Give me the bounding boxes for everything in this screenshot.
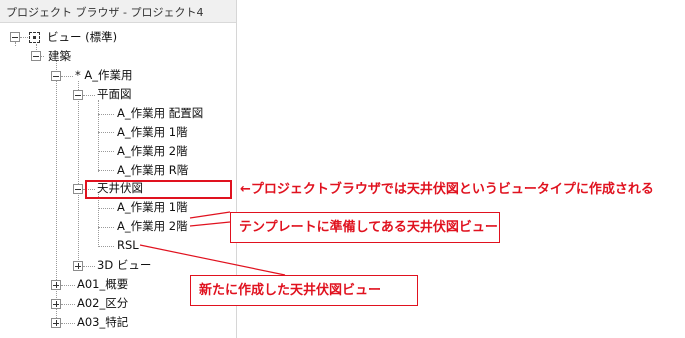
expand-group-toggle[interactable]	[51, 299, 61, 309]
tree-node-label: 平面図	[97, 87, 132, 101]
tree-node-label: * A_作業用	[75, 68, 133, 82]
tree-node-label: 3D ビュー	[97, 258, 152, 272]
tree-node-label: 建築	[48, 49, 71, 63]
callout-new-view: 新たに作成した天井伏図ビュー	[190, 275, 418, 306]
project-browser-titlebar: プロジェクト ブラウザ - プロジェクト4	[0, 0, 236, 23]
collapse-discipline-toggle[interactable]	[31, 51, 41, 61]
tree-connector	[20, 37, 28, 38]
collapse-views-toggle[interactable]	[10, 32, 20, 42]
annotation-view-type-note: ←プロジェクトブラウザでは天井伏図というビュータイプに作成される	[240, 182, 654, 197]
tree-connector	[61, 304, 75, 305]
expand-group-toggle[interactable]	[51, 318, 61, 328]
tree-item-label: A_作業用 1階	[117, 200, 188, 214]
callout-text: 新たに作成した天井伏図ビュー	[199, 283, 382, 298]
tree-connector	[98, 114, 114, 115]
tree-connector	[83, 266, 95, 267]
tree-connector	[98, 194, 99, 247]
tree-item-label: A_作業用 配置図	[117, 106, 204, 120]
window-title: プロジェクト ブラウザ - プロジェクト4	[6, 6, 204, 19]
callout-template-views: テンプレートに準備してある天井伏図ビュー	[230, 212, 500, 243]
tree-connector	[83, 95, 95, 96]
tree-connector	[98, 208, 114, 209]
tree-connector	[61, 323, 75, 324]
tree-node-label: A03_特記	[77, 315, 129, 329]
tree-connector	[98, 132, 114, 133]
tree-connector	[15, 42, 16, 46]
tree-connector	[98, 246, 114, 247]
tree-node-label: ビュー (標準)	[47, 30, 118, 44]
expand-group-toggle[interactable]	[51, 280, 61, 290]
tree-connector	[61, 76, 73, 77]
collapse-subgroup-toggle[interactable]	[51, 71, 61, 81]
tree-item-label: A_作業用 1階	[117, 125, 188, 139]
tree-connector	[98, 170, 114, 171]
ceiling-plan-highlight	[85, 180, 232, 199]
expand-3d-view-toggle[interactable]	[73, 261, 83, 271]
tree-connector	[98, 100, 99, 172]
tree-item-label: A_作業用 R階	[117, 163, 189, 177]
collapse-floor-plan-toggle[interactable]	[73, 90, 83, 100]
tree-item-label: A_作業用 2階	[117, 144, 188, 158]
callout-text: テンプレートに準備してある天井伏図ビュー	[239, 220, 498, 235]
views-icon	[29, 32, 40, 43]
collapse-ceiling-plan-toggle[interactable]	[73, 184, 83, 194]
tree-node-label: A01_概要	[77, 277, 129, 291]
tree-item-label: RSL	[117, 238, 139, 252]
tree-connector	[98, 227, 114, 228]
tree-connector	[61, 285, 75, 286]
tree-connector	[78, 81, 79, 266]
tree-connector	[98, 151, 114, 152]
tree-item-label: A_作業用 2階	[117, 219, 188, 233]
tree-node-label: A02_区分	[77, 296, 129, 310]
